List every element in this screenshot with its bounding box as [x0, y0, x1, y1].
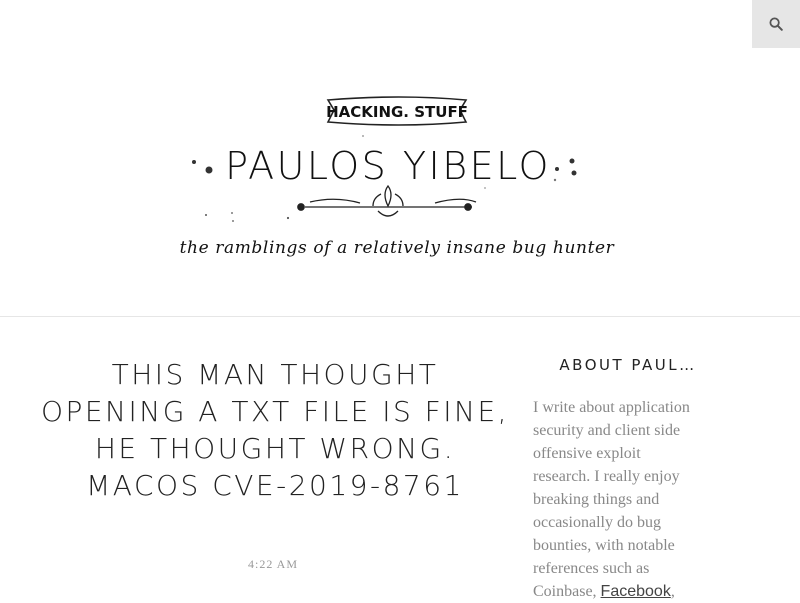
logo-badge-text: HACKING. STUFF	[326, 103, 468, 121]
ornament	[297, 184, 477, 217]
site-title: PAULOS YIBELO	[225, 144, 551, 188]
header-divider	[0, 316, 800, 317]
post-timestamp[interactable]: 4:22 AM	[40, 557, 506, 572]
site-tagline: the ramblings of a relatively insane bug…	[180, 238, 615, 258]
about-text-tail: ,	[670, 583, 675, 600]
site-header: HACKING. STUFF PAULOS YIBELO the ramblin…	[0, 0, 800, 317]
about-widget-title: ABOUT PAUL…	[559, 356, 697, 374]
about-text: I write about application security and c…	[533, 399, 690, 600]
post-title[interactable]: This man thought opening a TXT file is f…	[40, 356, 510, 504]
site-logo[interactable]: HACKING. STUFF PAULOS YIBELO the ramblin…	[160, 90, 640, 265]
facebook-link[interactable]: Facebook	[601, 583, 671, 600]
about-widget-text: I write about application security and c…	[533, 396, 698, 603]
